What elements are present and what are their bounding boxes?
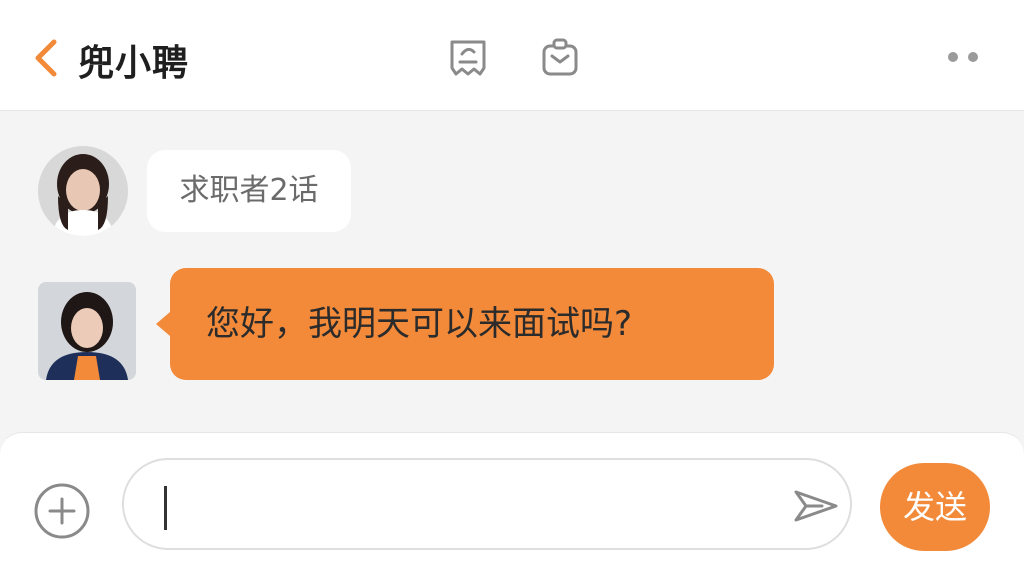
- chat-app: 兜小聘 求职者2话 您好，我明天可以来面试吗? 发送: [0, 0, 1024, 577]
- message-bubble-orange: 您好，我明天可以来面试吗?: [156, 268, 774, 380]
- plus-circle-icon[interactable]: [32, 481, 92, 541]
- message-input[interactable]: [122, 458, 852, 550]
- chat-title: 兜小聘: [78, 43, 190, 84]
- more-dots-icon[interactable]: [948, 50, 982, 64]
- message-bubble-received: 求职者2话: [147, 150, 351, 232]
- avatar-woman-2[interactable]: [38, 282, 136, 380]
- clipboard-icon[interactable]: [538, 36, 582, 80]
- input-bar: 发送: [0, 432, 1024, 577]
- paper-plane-icon[interactable]: [792, 482, 840, 530]
- send-button[interactable]: 发送: [880, 463, 990, 551]
- chat-header: 兜小聘: [0, 0, 1024, 111]
- avatar-woman-1[interactable]: [38, 146, 128, 236]
- message-text: 您好，我明天可以来面试吗?: [206, 304, 633, 344]
- text-caret: [164, 486, 167, 530]
- resume-icon[interactable]: [446, 36, 490, 80]
- back-chevron-icon[interactable]: [28, 36, 68, 80]
- bubble-tail: [156, 312, 170, 336]
